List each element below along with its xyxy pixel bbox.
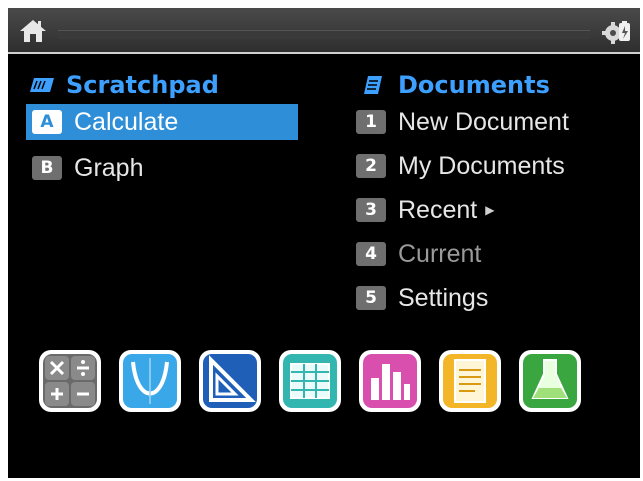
menu-item-recent[interactable]: 3 Recent ▶ xyxy=(356,192,494,228)
submenu-arrow-icon: ▶ xyxy=(485,203,495,217)
calculator-app-icon[interactable] xyxy=(37,348,103,414)
top-bar xyxy=(8,8,640,54)
top-bar-strip xyxy=(58,30,590,39)
shortcut-key-1: 1 xyxy=(356,110,386,134)
data-statistics-app-icon[interactable] xyxy=(357,348,423,414)
documents-title: Documents xyxy=(398,71,550,99)
settings-icon[interactable] xyxy=(601,19,631,45)
shortcut-key-5: 5 xyxy=(356,286,386,310)
menu-item-label: Current xyxy=(398,240,482,268)
menu-item-calculate[interactable]: A Calculate xyxy=(26,104,298,140)
home-icon[interactable] xyxy=(18,18,48,44)
menu-item-label: Settings xyxy=(398,284,489,312)
shortcut-key-4: 4 xyxy=(356,242,386,266)
shortcut-key-a: A xyxy=(32,110,62,134)
documents-header: Documents xyxy=(360,70,550,100)
menu-item-new-document[interactable]: 1 New Document xyxy=(356,104,569,140)
shortcut-key-b: B xyxy=(32,156,62,180)
graphs-app-icon[interactable] xyxy=(117,348,183,414)
menu-item-label: Graph xyxy=(74,154,144,182)
vernier-dataquest-app-icon[interactable] xyxy=(517,348,583,414)
menu-item-graph[interactable]: B Graph xyxy=(26,150,298,186)
geometry-app-icon[interactable] xyxy=(197,348,263,414)
menu-item-label: Calculate xyxy=(74,108,179,136)
shortcut-key-3: 3 xyxy=(356,198,386,222)
scratchpad-icon xyxy=(30,78,54,92)
documents-icon xyxy=(364,76,382,94)
lists-spreadsheet-app-icon[interactable] xyxy=(277,348,343,414)
menu-item-label: New Document xyxy=(398,108,569,136)
menu-item-current[interactable]: 4 Current xyxy=(356,236,481,272)
handheld-screen: Scratchpad A Calculate B Graph Documents… xyxy=(8,8,640,478)
menu-item-settings[interactable]: 5 Settings xyxy=(356,280,488,316)
menu-item-my-documents[interactable]: 2 My Documents xyxy=(356,148,565,184)
menu-item-label: My Documents xyxy=(398,152,565,180)
menu-item-label: Recent xyxy=(398,196,478,224)
scratchpad-title: Scratchpad xyxy=(66,71,219,99)
scratchpad-header: Scratchpad xyxy=(28,70,219,100)
shortcut-key-2: 2 xyxy=(356,154,386,178)
notes-app-icon[interactable] xyxy=(437,348,503,414)
